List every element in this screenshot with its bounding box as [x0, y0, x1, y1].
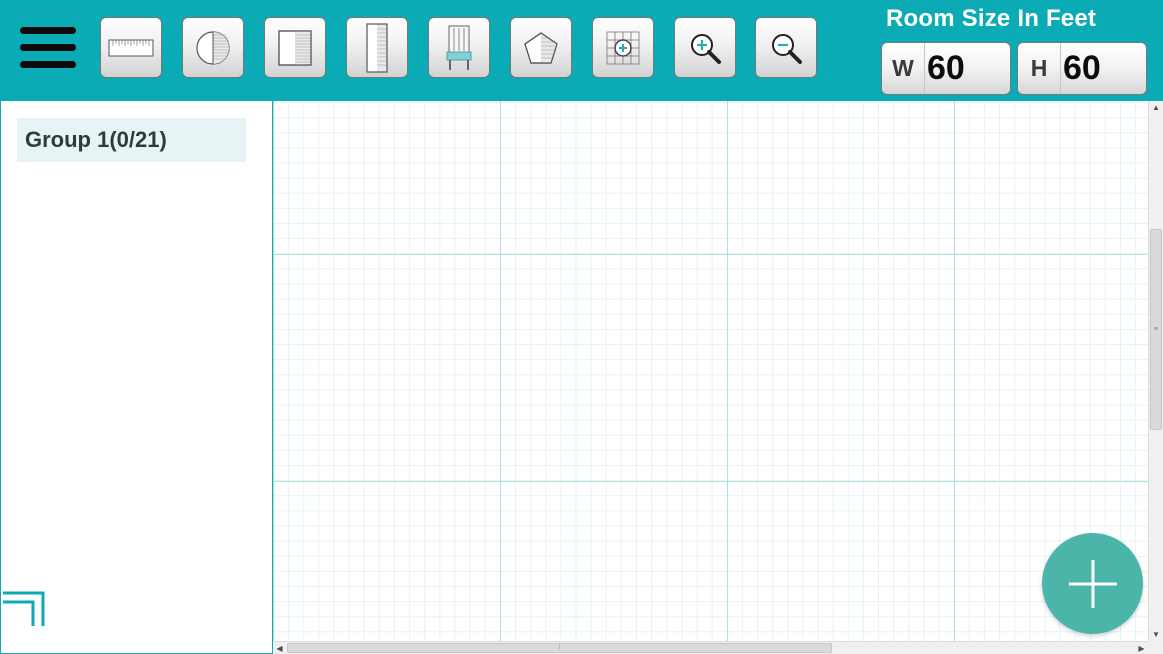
- horizontal-scroll-thumb[interactable]: ⦙: [287, 643, 832, 653]
- polygon-tool-button[interactable]: [510, 17, 572, 78]
- horizontal-scrollbar[interactable]: ◀ ⦙ ▶: [273, 641, 1148, 654]
- rectangle-table-tool-button[interactable]: [264, 17, 326, 78]
- zoom-out-icon: [772, 33, 802, 64]
- room-width-field[interactable]: W 60: [881, 42, 1011, 95]
- floor-plan-canvas-area: ▲ ≡ ▼ ◀ ⦙ ▶: [273, 101, 1163, 654]
- group-sidebar: Group 1(0/21): [0, 101, 273, 654]
- round-table-tool-button[interactable]: [182, 17, 244, 78]
- floor-plan-grid[interactable]: [273, 101, 1148, 641]
- fit-to-grid-tool-button[interactable]: [592, 17, 654, 78]
- group-list-item[interactable]: Group 1(0/21): [17, 118, 246, 162]
- corner-bracket-icon[interactable]: [1, 588, 47, 633]
- zoom-out-button[interactable]: [755, 17, 817, 78]
- ruler-wall-tool-button[interactable]: [100, 17, 162, 78]
- zoom-in-button[interactable]: [674, 17, 736, 78]
- scroll-right-arrow-icon[interactable]: ▶: [1135, 642, 1148, 654]
- chair-icon: [446, 25, 472, 70]
- room-height-value[interactable]: 60: [1063, 43, 1101, 94]
- vertical-scrollbar[interactable]: ▲ ≡ ▼: [1148, 101, 1163, 641]
- pentagon-icon: [524, 31, 558, 64]
- vertical-scroll-thumb[interactable]: ≡: [1150, 229, 1162, 430]
- scroll-up-arrow-icon[interactable]: ▲: [1149, 101, 1163, 114]
- hamburger-menu-icon[interactable]: [20, 27, 76, 71]
- room-width-value[interactable]: 60: [927, 43, 965, 94]
- add-item-fab-button[interactable]: [1042, 533, 1143, 634]
- seating-chart-app: Room Size In Feet W 60 H 60 Group 1(0/21…: [0, 0, 1163, 654]
- plus-icon: [1068, 559, 1117, 608]
- width-prefix-label: W: [882, 43, 925, 94]
- half-circle-icon: [196, 30, 230, 65]
- scroll-down-arrow-icon[interactable]: ▼: [1149, 628, 1163, 641]
- long-table-tool-button[interactable]: [346, 17, 408, 78]
- top-toolbar: Room Size In Feet W 60 H 60: [0, 0, 1163, 101]
- half-square-icon: [278, 29, 312, 66]
- ruler-icon: [108, 39, 154, 56]
- chair-tool-button[interactable]: [428, 17, 490, 78]
- scrollbar-corner: [1148, 641, 1163, 654]
- scroll-left-arrow-icon[interactable]: ◀: [273, 642, 286, 654]
- grid-crosshair-icon: [606, 31, 640, 64]
- zoom-in-icon: [691, 33, 721, 64]
- room-height-field[interactable]: H 60: [1017, 42, 1147, 95]
- height-prefix-label: H: [1018, 43, 1061, 94]
- room-size-title: Room Size In Feet: [886, 5, 1097, 32]
- tall-rectangle-icon: [366, 22, 388, 73]
